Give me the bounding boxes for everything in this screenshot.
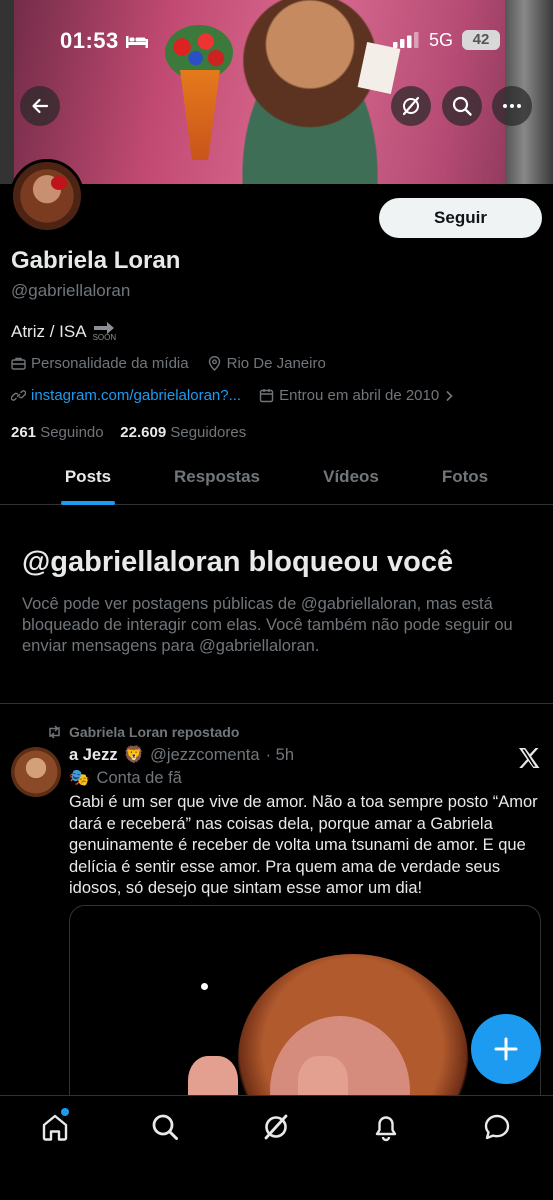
- followers-stat[interactable]: 22.609 Seguidores: [120, 424, 246, 441]
- messages-icon: [484, 1114, 510, 1140]
- profile-meta-row-1: Personalidade da mídia Rio De Janeiro: [11, 355, 344, 372]
- profile-name: Gabriela Loran: [11, 247, 181, 274]
- theater-masks-icon: 🎭: [69, 769, 90, 787]
- post-author-handle[interactable]: @jezzcomenta: [150, 746, 259, 765]
- home-icon: [42, 1114, 68, 1141]
- post-author-name[interactable]: a Jezz: [69, 746, 118, 765]
- fan-account-label: 🎭 Conta de fã: [69, 769, 182, 788]
- home-notification-dot: [61, 1108, 69, 1116]
- repost-label[interactable]: Gabriela Loran repostado: [69, 724, 239, 740]
- battery-icon: 42: [462, 30, 500, 50]
- post-time: · 5h: [265, 746, 294, 764]
- blocked-text: Você pode ver postagens públicas de @gab…: [22, 595, 513, 655]
- profile-category: Personalidade da mídia: [31, 355, 189, 372]
- follow-button[interactable]: Seguir: [379, 198, 542, 238]
- compose-button[interactable]: [471, 1014, 541, 1084]
- search-icon: [152, 1114, 178, 1140]
- repost-icon: [49, 725, 60, 739]
- bottom-nav: [0, 1095, 553, 1200]
- profile-avatar[interactable]: [10, 159, 84, 233]
- profile-meta-row-2: instagram.com/gabrielaloran?... Entrou e…: [11, 387, 472, 404]
- nav-grok[interactable]: [259, 1110, 293, 1144]
- profile-joined[interactable]: Entrou em abril de 2010: [259, 387, 454, 404]
- tab-posts[interactable]: Posts: [47, 455, 129, 505]
- search-button[interactable]: [442, 86, 482, 126]
- grok-button[interactable]: [391, 86, 431, 126]
- nav-notifications[interactable]: [369, 1110, 403, 1144]
- chevron-right-icon: [446, 390, 453, 401]
- profile-handle: @gabriellaloran: [11, 281, 131, 300]
- plus-icon: [494, 1037, 518, 1061]
- bio-badge-text: SOON: [92, 333, 117, 342]
- sleep-icon: [126, 36, 148, 48]
- nav-messages[interactable]: [480, 1110, 514, 1144]
- post-header: a Jezz 🦁 @jezzcomenta · 5h: [69, 746, 294, 765]
- tab-fotos[interactable]: Fotos: [428, 455, 502, 505]
- repost-indicator: Gabriela Loran repostado: [47, 724, 239, 740]
- grok-icon: [264, 1114, 288, 1140]
- status-bar: 01:53 5G 42: [0, 24, 553, 60]
- soon-arrow-icon: SOON: [92, 322, 117, 342]
- profile-tabs: Posts Respostas Vídeos Fotos: [0, 455, 553, 505]
- profile-link[interactable]: instagram.com/gabrielaloran?...: [11, 387, 241, 404]
- status-time: 01:53: [60, 28, 119, 53]
- tab-videos[interactable]: Vídeos: [310, 455, 392, 505]
- search-icon: [452, 96, 472, 116]
- profile-stats: 261 Seguindo 22.609 Seguidores: [11, 424, 246, 441]
- notifications-icon: [375, 1116, 397, 1142]
- stage-light: [201, 983, 208, 990]
- profile-joined-text: Entrou em abril de 2010: [279, 387, 440, 404]
- nav-search[interactable]: [148, 1110, 182, 1144]
- divider: [0, 703, 553, 704]
- network-type: 5G: [429, 30, 454, 50]
- blocked-title: @gabriellaloran bloqueou você: [22, 546, 454, 578]
- profile-link-text[interactable]: instagram.com/gabrielaloran?...: [31, 387, 241, 404]
- calendar-icon: [259, 389, 274, 403]
- briefcase-icon: [11, 357, 26, 370]
- more-icon: [503, 104, 521, 108]
- bio-text: Atriz / ISA: [11, 322, 87, 341]
- signal-icon: [393, 32, 419, 48]
- grok-icon: [402, 96, 420, 116]
- arrow-left-icon: [32, 98, 49, 114]
- following-stat[interactable]: 261 Seguindo: [11, 424, 104, 441]
- profile-bio: Atriz / ISA SOON: [11, 322, 116, 342]
- post-author-avatar[interactable]: [11, 747, 61, 797]
- profile-location: Rio De Janeiro: [226, 355, 326, 372]
- link-icon: [11, 390, 26, 401]
- x-logo-icon: [519, 748, 540, 768]
- back-button[interactable]: [20, 86, 60, 126]
- more-button[interactable]: [492, 86, 532, 126]
- author-emoji: 🦁: [123, 746, 145, 764]
- post-text: Gabi é um ser que vive de amor. Não a to…: [69, 793, 538, 897]
- location-icon: [208, 356, 220, 371]
- tab-respostas[interactable]: Respostas: [165, 455, 269, 505]
- fan-label: Conta de fã: [96, 769, 182, 787]
